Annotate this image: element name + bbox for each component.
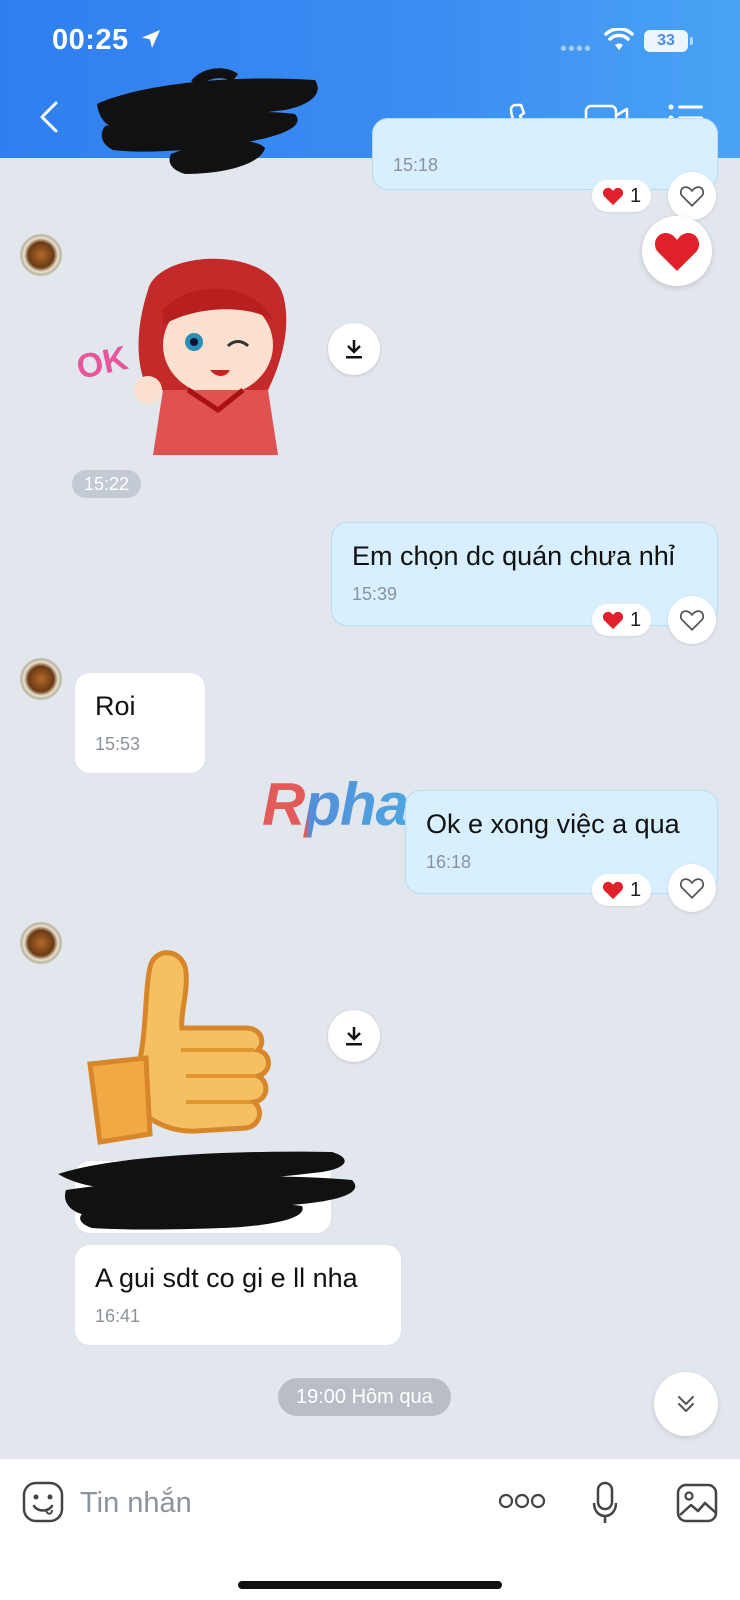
location-arrow-icon [142,30,160,48]
avatar[interactable] [20,922,62,964]
message-text: Em chọn dc quán chưa nhỉ [352,541,675,571]
reaction-count-value: 1 [630,878,642,901]
reaction-count-value: 1 [630,184,642,207]
download-button[interactable] [328,1010,380,1062]
heart-icon [654,232,700,271]
reaction-count[interactable]: 1 [592,604,652,636]
home-indicator [238,1581,502,1589]
mic-icon[interactable] [592,1481,618,1525]
reaction-picker-heart[interactable] [642,216,712,286]
avatar[interactable] [20,658,62,700]
react-button[interactable] [668,596,716,644]
message-input[interactable] [80,1481,470,1525]
more-icon[interactable] [498,1493,546,1509]
message-bubble-incoming[interactable]: A gui sdt co gi e ll nha 16:41 [74,1244,402,1346]
message-time: 15:53 [95,734,141,754]
heart-icon [602,611,624,630]
heart-icon [602,187,624,206]
message-bubble-incoming[interactable]: Roi 15:53 [74,672,206,774]
heart-icon [602,881,624,900]
sticker-red-hood-girl[interactable]: OK [78,250,298,460]
chat-thread[interactable]: 15:18 1 OK 15:22 Em chọn dc quán chưa nh… [0,118,740,1458]
battery-indicator: 33 [644,30,688,52]
back-icon[interactable] [38,100,60,134]
download-icon [346,340,362,359]
download-icon [346,1027,362,1046]
message-time: 16:18 [426,852,472,872]
react-button[interactable] [668,172,716,220]
message-time: 16:41 [95,1306,141,1326]
heart-outline-icon [679,186,705,207]
message-bubble-outgoing[interactable]: Em chọn dc quán chưa nhỉ 15:39 [331,522,718,626]
message-time: 15:22 [72,470,142,498]
sticker-text: OK [78,339,131,387]
message-bubble-outgoing[interactable]: 15:18 [372,118,718,190]
heart-outline-icon [679,878,705,899]
date-separator: 19:00 Hôm qua [278,1378,451,1416]
message-text: Ok e xong việc a qua [426,809,680,839]
download-button[interactable] [328,323,380,375]
heart-outline-icon [679,610,705,631]
wifi-icon [604,28,634,50]
reaction-count[interactable]: 1 [592,180,652,212]
reaction-count[interactable]: 1 [592,874,652,906]
redaction-scribble [58,1151,356,1230]
avatar[interactable] [20,234,62,276]
message-time: 15:39 [352,584,398,604]
status-time: 00:25 [52,24,129,56]
signal-icon: •••• [560,38,593,60]
chevron-double-down-icon [678,1396,694,1412]
sticker-thumbs-up[interactable] [86,946,286,1156]
message-text: Roi [95,691,136,721]
reaction-count-value: 1 [630,608,642,631]
message-time: 15:18 [393,155,439,175]
scroll-to-bottom-button[interactable] [654,1372,718,1436]
message-text: A gui sdt co gi e ll nha [95,1263,358,1293]
emoji-icon[interactable] [22,1481,64,1523]
image-icon[interactable] [676,1483,718,1523]
react-button[interactable] [668,864,716,912]
message-input-bar [0,1458,740,1600]
battery-tip [690,37,693,45]
